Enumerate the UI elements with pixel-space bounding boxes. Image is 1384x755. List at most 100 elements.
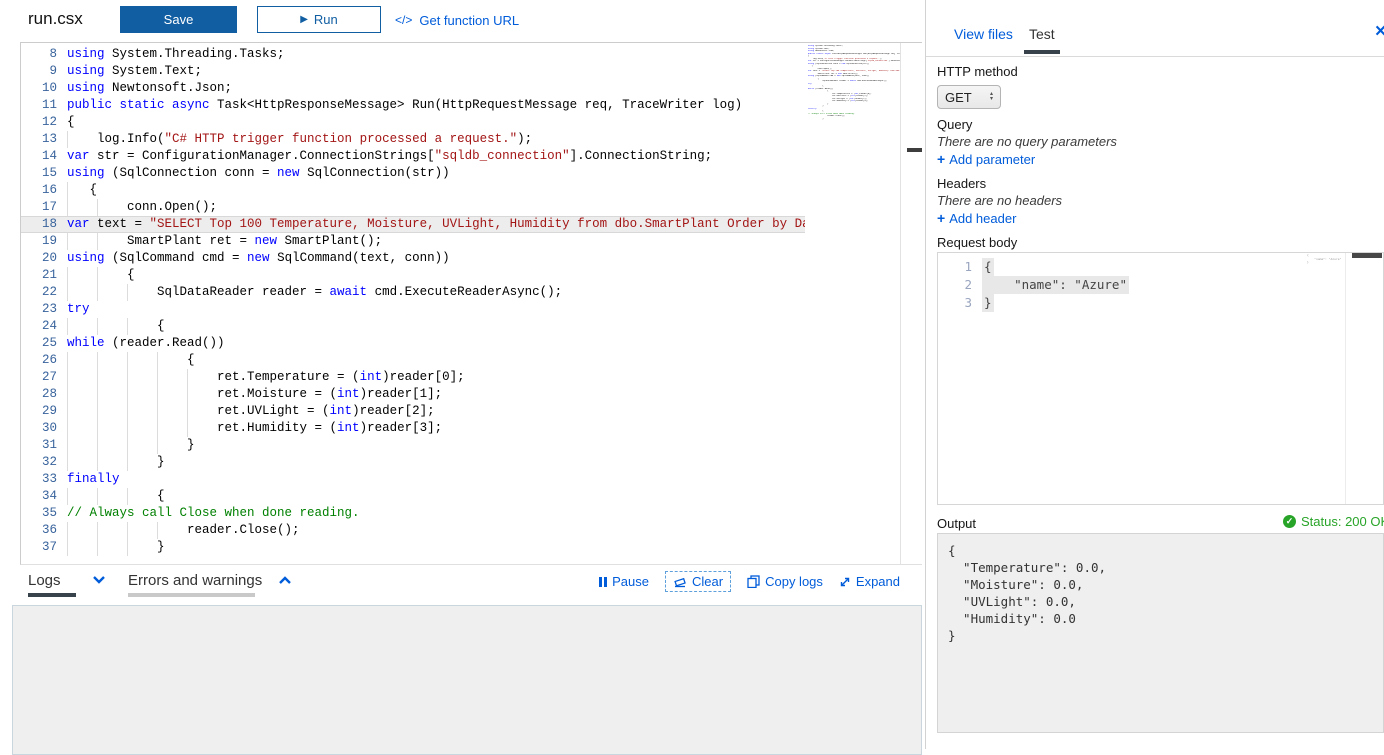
token: finally xyxy=(67,472,120,486)
code-line: 34 { xyxy=(21,488,807,505)
code-line: 25 while (reader.Read()) xyxy=(21,335,807,352)
token: SqlDataReader reader = xyxy=(67,285,330,299)
code-line: 20using (SqlCommand cmd = new SqlCommand… xyxy=(21,250,807,267)
code-text: } xyxy=(67,539,165,556)
save-button[interactable]: Save xyxy=(120,6,237,33)
close-icon[interactable]: × xyxy=(1375,21,1384,43)
line-number: 3 xyxy=(938,294,972,312)
minimap-line: } xyxy=(808,118,900,121)
chevron-down-icon[interactable] xyxy=(92,575,106,585)
code-text: using Newtonsoft.Json; xyxy=(67,80,232,97)
query-empty-text: There are no query parameters xyxy=(937,134,1117,149)
code-text: using System.Threading.Tasks; xyxy=(67,46,285,63)
add-header-link[interactable]: +Add header xyxy=(937,210,1016,226)
token: SmartPlant ret = xyxy=(67,234,255,248)
token: ret.Humidity = ( xyxy=(67,421,337,435)
token: } xyxy=(808,118,824,120)
code-text: var str = ConfigurationManager.Connectio… xyxy=(67,148,712,165)
token: while xyxy=(67,336,105,350)
tab-test[interactable]: Test xyxy=(1029,26,1055,42)
code-text: ret.Moisture = (int)reader[1]; xyxy=(67,386,442,403)
code-line: 17 conn.Open(); xyxy=(21,199,807,216)
token: System.Threading.Tasks; xyxy=(105,47,285,61)
token: SqlCommand(text, conn)) xyxy=(840,75,869,77)
token: using xyxy=(67,251,105,265)
line-number: 22 xyxy=(21,284,57,301)
test-panel-header: View files Test × xyxy=(926,0,1384,57)
request-body-minimap: { "name": "Azure"} xyxy=(1307,254,1341,265)
line-number: 8 xyxy=(21,46,57,63)
tab-errors-and-warnings[interactable]: Errors and warnings xyxy=(128,572,262,589)
request-body-scroll-thumb[interactable] xyxy=(1352,253,1382,258)
line-number: 16 xyxy=(21,182,57,199)
token: new xyxy=(247,251,270,265)
token: text = xyxy=(90,217,150,231)
token: await xyxy=(330,285,368,299)
code-text: { xyxy=(67,488,165,505)
token: )reader[3]; xyxy=(855,100,868,102)
code-editor[interactable]: 8using System.Threading.Tasks;9using Sys… xyxy=(20,42,922,565)
http-method-select[interactable]: GET ▴ ▾ xyxy=(937,85,1001,109)
get-function-url-link[interactable]: </> Get function URL xyxy=(395,13,519,28)
run-button[interactable]: ▶ Run xyxy=(257,6,381,33)
line-number: 12 xyxy=(21,114,57,131)
line-number: 11 xyxy=(21,97,57,114)
token: log.Info( xyxy=(67,132,165,146)
plus-icon: + xyxy=(937,151,945,167)
code-text: conn.Open(); xyxy=(67,199,217,216)
code-line: 37 } xyxy=(21,539,807,556)
token: cmd.ExecuteReaderAsync(); xyxy=(856,80,887,82)
line-number: 26 xyxy=(21,352,57,369)
request-body-line: 3} xyxy=(938,294,1383,312)
code-line: 29 ret.UVLight = (int)reader[2]; xyxy=(21,403,807,420)
line-number: 33 xyxy=(21,471,57,488)
request-body-lines: 1{2 "name": "Azure"3} xyxy=(938,258,1383,312)
tab-logs[interactable]: Logs xyxy=(28,572,61,589)
request-body-editor[interactable]: 1{2 "name": "Azure"3} { "name": "Azure"} xyxy=(937,252,1384,505)
copy-logs-button[interactable]: Copy logs xyxy=(747,574,823,589)
pause-button[interactable]: Pause xyxy=(599,574,649,589)
logs-tab-underline xyxy=(28,593,76,597)
token: } xyxy=(67,540,165,554)
code-line: 36 reader.Close(); xyxy=(21,522,807,539)
token: var xyxy=(67,149,90,163)
clear-label: Clear xyxy=(692,574,723,589)
token: (SqlCommand cmd = xyxy=(105,251,248,265)
token: { xyxy=(67,115,75,129)
query-label: Query xyxy=(937,117,972,132)
play-icon: ▶ xyxy=(300,14,308,25)
token: { xyxy=(67,353,195,367)
expand-icon xyxy=(839,576,851,588)
line-number: 25 xyxy=(21,335,57,352)
code-line: 31 } xyxy=(21,437,807,454)
token: ].ConnectionString; xyxy=(888,60,900,62)
code-text: while (reader.Read()) xyxy=(67,335,225,352)
token: public static async xyxy=(808,53,831,55)
output-label: Output xyxy=(937,516,976,531)
token: "sqldb_connection" xyxy=(867,60,889,62)
plus-icon: + xyxy=(937,210,945,226)
request-body-scrollbar[interactable] xyxy=(1345,253,1383,504)
token: { xyxy=(67,319,165,333)
code-line: 26 { xyxy=(21,352,807,369)
minimap-line: SqlDataReader reader = await cmd.Execute… xyxy=(808,80,900,83)
token: try xyxy=(67,302,90,316)
eraser-icon xyxy=(673,576,687,588)
add-parameter-link[interactable]: +Add parameter xyxy=(937,151,1035,167)
code-text: { xyxy=(67,318,165,335)
minimap[interactable]: using System.Threading.Tasks;using Syste… xyxy=(805,43,901,565)
token: new xyxy=(255,234,278,248)
code-line: 11public static async Task<HttpResponseM… xyxy=(21,97,807,114)
clear-button[interactable]: Clear xyxy=(665,571,731,592)
code-line: 18var text = "SELECT Top 100 Temperature… xyxy=(21,216,807,233)
line-number: 1 xyxy=(938,258,972,276)
chevron-up-icon[interactable] xyxy=(278,575,292,585)
code-text: } xyxy=(67,437,195,454)
tab-view-files[interactable]: View files xyxy=(954,26,1013,42)
token: SqlDataReader reader = xyxy=(808,80,850,82)
code-text: ret.UVLight = (int)reader[2]; xyxy=(67,403,435,420)
line-number: 19 xyxy=(21,233,57,250)
scrollbar-thumb[interactable] xyxy=(907,148,922,152)
expand-button[interactable]: Expand xyxy=(839,574,900,589)
test-tab-underline xyxy=(1024,50,1060,54)
